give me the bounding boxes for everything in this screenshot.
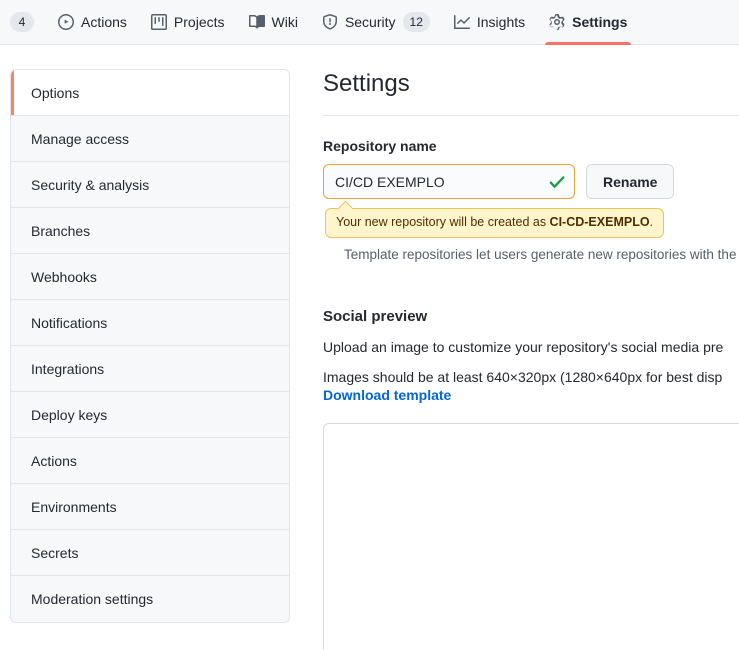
sidebar-item-label: Secrets: [31, 544, 79, 561]
tooltip-suffix-text: .: [649, 215, 654, 229]
tab-security[interactable]: Security 12: [310, 0, 442, 45]
social-preview-paragraph-2: Images should be at least 640×320px (128…: [323, 368, 723, 385]
security-counter-badge: 12: [402, 12, 430, 32]
template-repositories-help-text: Template repositories let users generate…: [344, 246, 739, 262]
sidebar-item-moderation-settings[interactable]: Moderation settings: [11, 576, 289, 622]
sidebar-item-label: Environments: [31, 498, 117, 515]
tab-insights[interactable]: Insights: [442, 0, 537, 45]
settings-page-body: Options Manage access Security & analysi…: [0, 45, 739, 650]
tab-label: Insights: [476, 14, 526, 30]
tab-label: Security: [344, 14, 396, 30]
play-circle-icon: [58, 14, 74, 30]
tab-label: Settings: [572, 14, 628, 30]
gear-icon: [549, 14, 565, 30]
tab-actions[interactable]: Actions: [46, 0, 139, 45]
sidebar-item-options[interactable]: Options: [11, 70, 289, 116]
sidebar-item-security-and-analysis[interactable]: Security & analysis: [11, 162, 289, 208]
sidebar-item-notifications[interactable]: Notifications: [11, 300, 289, 346]
repository-name-input-wrapper: [323, 164, 575, 199]
sidebar-item-label: Integrations: [31, 360, 105, 377]
sidebar-item-label: Actions: [31, 452, 77, 469]
sidebar-item-label: Notifications: [31, 314, 108, 331]
settings-main-content: Settings Repository name Rename Your new…: [290, 69, 739, 650]
page-title: Settings: [323, 70, 410, 97]
tab-wiki[interactable]: Wiki: [237, 0, 310, 45]
repository-name-input[interactable]: [323, 164, 575, 199]
sidebar-item-label: Webhooks: [31, 268, 97, 285]
tooltip-repository-slug: CI-CD-EXEMPLO: [549, 215, 650, 229]
pull-requests-counter-badge: 4: [10, 12, 34, 32]
tab-label: Projects: [173, 14, 225, 30]
sidebar-item-label: Security & analysis: [31, 176, 150, 193]
social-preview-image-box[interactable]: [323, 422, 739, 650]
tooltip-prefix-text: Your new repository will be created as: [336, 215, 550, 229]
graph-icon: [453, 14, 470, 30]
repository-tab-bar: 4 Actions Projects Wiki Security 12 Insi…: [0, 0, 739, 45]
project-board-icon: [150, 14, 167, 30]
sidebar-item-environments[interactable]: Environments: [11, 484, 289, 530]
tab-settings[interactable]: Settings: [537, 0, 639, 45]
sidebar-item-label: Moderation settings: [31, 591, 154, 607]
tab-pull-requests-counter[interactable]: 4: [0, 0, 46, 45]
settings-sidebar: Options Manage access Security & analysi…: [10, 69, 290, 623]
sidebar-item-label: Manage access: [31, 130, 130, 147]
sidebar-item-secrets[interactable]: Secrets: [11, 530, 289, 576]
sidebar-item-label: Deploy keys: [31, 406, 108, 423]
tab-label: Actions: [81, 14, 127, 30]
tab-label: Wiki: [271, 14, 298, 30]
rename-button[interactable]: Rename: [586, 164, 675, 199]
sidebar-item-label: Options: [31, 84, 80, 101]
sidebar-item-manage-access[interactable]: Manage access: [11, 116, 289, 162]
social-preview-title: Social preview: [323, 307, 428, 325]
sidebar-item-integrations[interactable]: Integrations: [11, 346, 289, 392]
repository-name-label: Repository name: [323, 138, 437, 154]
social-preview-paragraph-1: Upload an image to customize your reposi…: [323, 338, 724, 355]
download-template-link[interactable]: Download template: [323, 387, 451, 403]
sidebar-item-label: Branches: [31, 222, 91, 239]
sidebar-item-branches[interactable]: Branches: [11, 208, 289, 254]
title-divider: [323, 115, 739, 116]
shield-icon: [322, 14, 338, 30]
repository-name-row: Rename: [323, 164, 739, 199]
tab-projects[interactable]: Projects: [139, 0, 237, 45]
sidebar-item-deploy-keys[interactable]: Deploy keys: [11, 392, 289, 438]
repository-name-warning-tooltip: Your new repository will be created as C…: [325, 208, 665, 238]
sidebar-item-actions[interactable]: Actions: [11, 438, 289, 484]
sidebar-item-webhooks[interactable]: Webhooks: [11, 254, 289, 300]
book-icon: [248, 14, 265, 30]
